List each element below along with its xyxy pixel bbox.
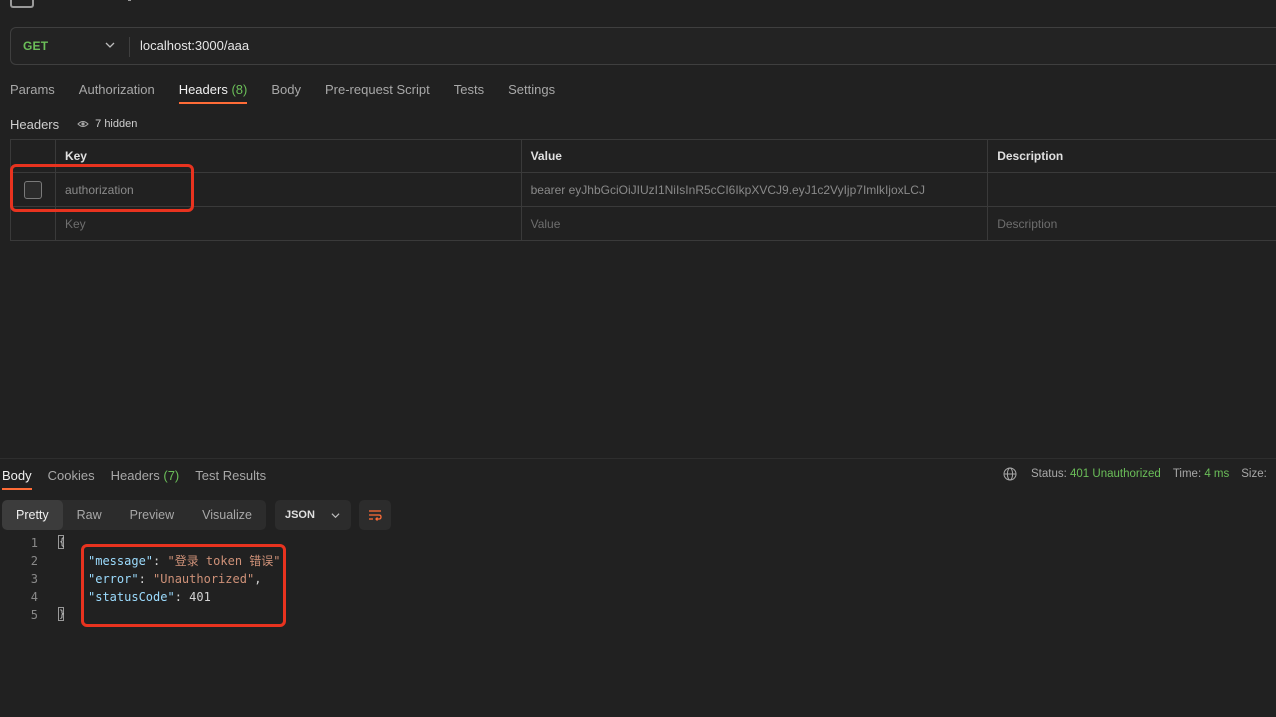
new-description-input[interactable]: Description	[988, 207, 1276, 240]
headers-title: Headers	[10, 116, 60, 132]
globe-icon[interactable]	[1003, 467, 1017, 481]
fold-brace-close[interactable]: }	[58, 607, 65, 621]
tab-response-headers[interactable]: Headers (7)	[111, 466, 180, 490]
format-select[interactable]: JSON	[274, 500, 351, 530]
eye-icon	[77, 121, 89, 127]
tab-params[interactable]: Params	[10, 80, 55, 104]
code-text: "error": "Unauthorized",	[88, 570, 261, 588]
code-text: "statusCode": 401	[88, 588, 211, 606]
url-bar: GET localhost:3000/aaa	[10, 27, 1276, 65]
wrap-icon	[368, 510, 382, 521]
tab-count-badge: (8)	[231, 82, 248, 97]
title-remnant	[128, 0, 131, 1]
headers-section-header: Headers 7 hidden	[10, 116, 137, 132]
time-label: Time:	[1172, 468, 1202, 480]
tab-label: Authorization	[78, 82, 155, 97]
json-string: "Unauthorized"	[153, 572, 255, 586]
method-label: GET	[23, 39, 49, 53]
json-key: "message"	[88, 554, 154, 568]
tab-label: Settings	[508, 82, 556, 97]
response-divider	[0, 458, 1276, 459]
json-comma: ,	[254, 572, 262, 586]
view-preview-button[interactable]: Preview	[116, 500, 188, 530]
status-value: 401 Unauthorized	[1070, 468, 1161, 480]
table-row-new: Key Value Description	[11, 207, 1276, 241]
json-colon: :	[138, 572, 154, 586]
tab-label: Pre-request Script	[324, 82, 430, 97]
json-colon: :	[174, 590, 190, 604]
format-label: JSON	[284, 509, 315, 521]
row-checkbox[interactable]	[23, 180, 42, 199]
collection-icon	[10, 0, 34, 8]
row-checkbox-cell	[11, 173, 56, 206]
view-mode-switch: Pretty Raw Preview Visualize	[2, 500, 266, 530]
column-check	[11, 140, 56, 172]
view-pretty-button[interactable]: Pretty	[2, 500, 63, 530]
new-key-input[interactable]: Key	[56, 207, 522, 240]
request-tabs: Params Authorization Headers (8) Body Pr…	[10, 80, 579, 108]
tab-label: Test Results	[195, 468, 267, 483]
chevron-down-icon	[331, 513, 340, 519]
json-number: 401	[189, 590, 211, 604]
tab-label: Body	[2, 468, 32, 483]
line-number: 1	[30, 536, 38, 550]
fold-brace-open[interactable]: {	[58, 535, 65, 549]
response-meta: Status: 401 Unauthorized Time: 4 ms Size…	[1003, 467, 1267, 481]
tab-pre-request-script[interactable]: Pre-request Script	[325, 80, 430, 104]
tab-count-badge: (7)	[163, 468, 180, 483]
top-bar	[0, 0, 1276, 20]
line-number: 2	[30, 554, 38, 568]
column-value: Value	[522, 140, 989, 172]
tab-label: Headers	[178, 82, 228, 97]
tab-settings[interactable]: Settings	[508, 80, 555, 104]
json-string: "登录 token 错误"	[167, 554, 281, 568]
response-view-toolbar: Pretty Raw Preview Visualize JSON	[2, 500, 391, 530]
url-separator	[129, 37, 130, 57]
header-value-input[interactable]: bearer eyJhbGciOiJIUzI1NiIsInR5cCI6IkpXV…	[522, 173, 989, 206]
header-key-input[interactable]: authorization	[56, 173, 522, 206]
column-key: Key	[56, 140, 522, 172]
hidden-headers-toggle[interactable]: 7 hidden	[77, 118, 137, 130]
tab-label: Params	[10, 82, 55, 97]
tab-body[interactable]: Body	[271, 80, 301, 104]
time-value: 4 ms	[1204, 468, 1230, 480]
view-raw-button[interactable]: Raw	[63, 500, 116, 530]
tab-tests[interactable]: Tests	[454, 80, 484, 104]
tab-response-cookies[interactable]: Cookies	[48, 466, 95, 490]
tab-label: Tests	[453, 82, 485, 97]
line-number: 5	[30, 608, 38, 622]
line-number: 3	[30, 572, 38, 586]
json-key: "error"	[88, 572, 139, 586]
hidden-count-label: 7 hidden	[95, 118, 138, 130]
view-visualize-button[interactable]: Visualize	[188, 500, 266, 530]
wrap-lines-button[interactable]	[358, 500, 391, 530]
tab-label: Headers	[110, 468, 160, 483]
headers-table: Key Value Description authorization bear…	[10, 139, 1276, 241]
method-select[interactable]: GET	[11, 28, 129, 64]
tab-label: Cookies	[47, 468, 95, 483]
chevron-down-icon	[105, 42, 115, 48]
tab-response-body[interactable]: Body	[2, 466, 32, 490]
table-header-row: Key Value Description	[11, 140, 1276, 173]
size-label: Size:	[1241, 468, 1267, 480]
tab-headers[interactable]: Headers (8)	[178, 80, 248, 104]
tab-authorization[interactable]: Authorization	[79, 80, 155, 104]
tab-test-results[interactable]: Test Results	[195, 466, 266, 490]
url-input[interactable]: localhost:3000/aaa	[140, 28, 249, 64]
code-text: "message": "登录 token 错误"	[88, 552, 281, 570]
column-description: Description	[997, 149, 1064, 163]
json-key: "statusCode"	[88, 590, 175, 604]
row-checkbox-cell	[11, 207, 56, 240]
table-row: authorization bearer eyJhbGciOiJIUzI1NiI…	[11, 173, 1276, 207]
json-colon: :	[153, 554, 168, 568]
header-description-input[interactable]	[988, 173, 1276, 206]
response-tabs: Body Cookies Headers (7) Test Results	[2, 466, 282, 492]
status-label: Status:	[1031, 468, 1067, 480]
new-value-input[interactable]: Value	[522, 207, 989, 240]
line-number: 4	[30, 590, 38, 604]
tab-label: Body	[271, 82, 301, 97]
